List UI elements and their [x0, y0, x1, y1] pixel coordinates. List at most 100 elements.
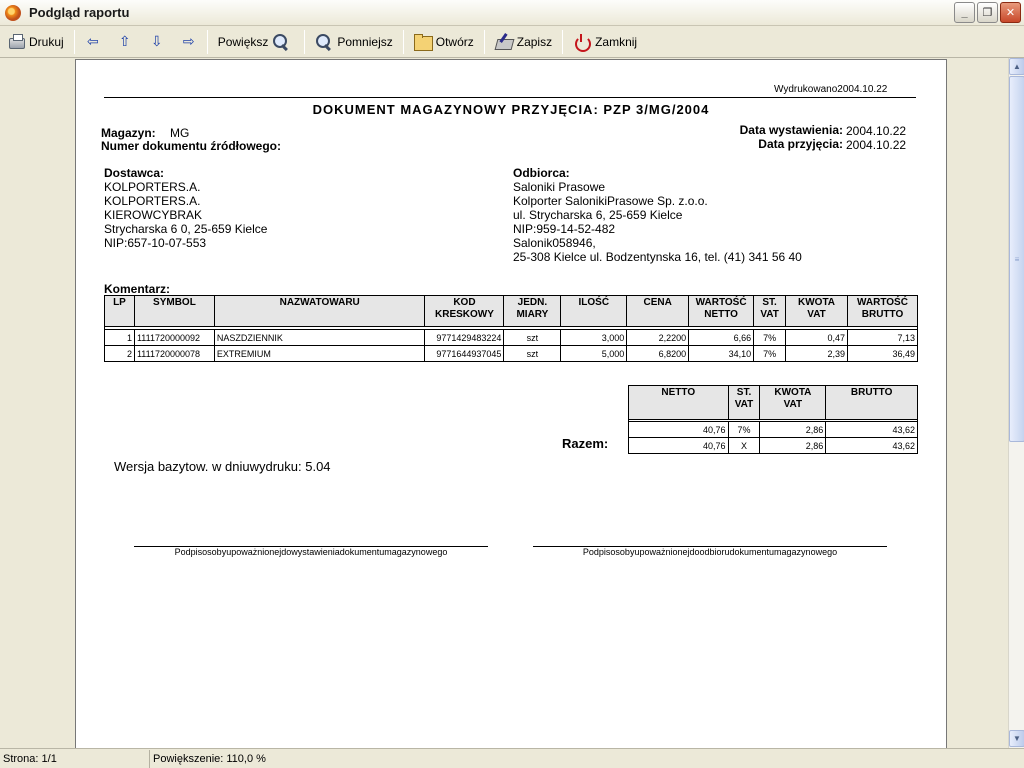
sum-vat-amount: 2,86 [759, 421, 827, 438]
close-window-button[interactable]: ✕ [1000, 2, 1021, 23]
comment-label: Komentarz: [104, 282, 171, 296]
cell-barcode: 9771429483224 [424, 329, 505, 346]
signature-caption-right: Podpisosobyupoważnionejdoodbiorudokument… [582, 547, 838, 557]
open-label: Otwórz [435, 34, 474, 49]
folder-icon [413, 33, 433, 51]
recipient-line: 25-308 Kielce ul. Bodzentynska 16, tel. … [513, 250, 802, 264]
cell-name: NASZDZIENNIK [213, 329, 426, 346]
zoom-in-button[interactable]: Powiększ [213, 29, 300, 55]
cell-symbol: 1111720000092 [133, 329, 215, 346]
printer-icon [9, 34, 25, 49]
header-rule [104, 97, 916, 98]
report-page: Wydrukowano2004.10.22 DOKUMENT MAGAZYNOW… [75, 59, 947, 748]
issue-date-label: Data wystawienia: [739, 123, 843, 137]
toolbar-separator [73, 29, 75, 54]
col-header: NETTO [628, 385, 729, 420]
cell-qty: 5,000 [560, 345, 628, 362]
open-button[interactable]: Otwórz [409, 29, 479, 55]
save-button[interactable]: Zapisz [490, 29, 557, 55]
recipient-line: ul. Strycharska 6, 25-659 Kielce [513, 208, 683, 222]
scroll-up-button[interactable]: ▲ [1009, 58, 1024, 75]
summary-total-row: 40,76 X 2,86 43,62 [628, 437, 918, 454]
scroll-thumb[interactable]: ≡ [1009, 76, 1024, 442]
supplier-line: KOLPORTERS.A. [104, 194, 201, 208]
col-header: NAZWATOWARU [213, 295, 426, 327]
status-bar: Strona: 1/1 Powiększenie: 110,0 % [0, 748, 1024, 768]
recipient-address: Saloniki Prasowe Kolporter SalonikiPraso… [513, 180, 802, 264]
supplier-line: NIP:657-10-07-553 [104, 236, 207, 250]
supplier-line: KOLPORTERS.A. [104, 180, 201, 194]
maximize-button[interactable]: ❐ [977, 2, 998, 23]
warehouse-label: Magazyn: [101, 126, 156, 140]
zoom-out-button[interactable]: Pomniejsz [310, 29, 397, 55]
total-label: Razem: [562, 436, 609, 451]
version-text: Wersja bazytow. w dniuwydruku: 5.04 [114, 459, 331, 474]
previous-page-button[interactable]: ⇧ [112, 29, 138, 55]
sum-gross: 43,62 [825, 421, 918, 438]
power-icon [573, 33, 592, 52]
window-title: Podgląd raportu [29, 5, 130, 20]
summary-row: 40,76 7% 2,86 43,62 [628, 421, 918, 438]
zoom-in-icon [272, 33, 290, 51]
close-label: Zamknij [595, 34, 638, 49]
cell-barcode: 9771644937045 [424, 345, 505, 362]
cell-price: 2,2200 [626, 329, 690, 346]
supplier-address: KOLPORTERS.A. KOLPORTERS.A. KIEROWCYBRAK… [104, 180, 267, 250]
first-page-button[interactable]: ⇦ [80, 29, 106, 55]
printed-date: Wydrukowano2004.10.22 [774, 84, 888, 95]
save-icon [495, 33, 513, 51]
col-header: BRUTTO [825, 385, 918, 420]
col-header: ILOŚĆ [560, 295, 628, 327]
col-header: WARTOŚĆ NETTO [688, 295, 755, 327]
col-header: CENA [626, 295, 690, 327]
total-vat-rate: X [727, 437, 761, 454]
last-page-button[interactable]: ⇨ [176, 29, 202, 55]
cell-price: 6,8200 [626, 345, 690, 362]
cell-vat-amount: 2,39 [785, 345, 848, 362]
col-header: ST. VAT [727, 385, 761, 420]
col-header: KWOTA VAT [785, 295, 848, 327]
toolbar-separator [483, 29, 485, 54]
recipient-line: Salonik058946, [513, 236, 596, 250]
status-zoom: Powiększenie: 110,0 % [153, 752, 266, 765]
summary-table: NETTO ST. VAT KWOTA VAT BRUTTO 40,76 7% 2,… [628, 385, 918, 454]
issue-date-value: 2004.10.22 [846, 124, 907, 138]
cell-vat-rate: 7% [753, 345, 787, 362]
toolbar-separator [206, 29, 208, 54]
table-row: 2 1111720000078 EXTREMIUM 9771644937045 … [104, 345, 919, 362]
minimize-button[interactable]: _ [954, 2, 975, 23]
cell-name: EXTREMIUM [213, 345, 426, 362]
cell-gross: 36,49 [846, 345, 919, 362]
vertical-scrollbar[interactable]: ▲ ≡ ▼ [1008, 58, 1024, 748]
title-bar: Podgląd raportu _ ❐ ✕ [0, 0, 1024, 26]
toolbar-separator [304, 29, 306, 54]
col-header: ST. VAT [753, 295, 787, 327]
preview-area: Wydrukowano2004.10.22 DOKUMENT MAGAZYNOW… [0, 58, 1008, 748]
cell-net: 34,10 [688, 345, 755, 362]
total-gross: 43,62 [825, 437, 918, 454]
receipt-date-label: Data przyjęcia: [758, 137, 843, 151]
recipient-line: Saloniki Prasowe [513, 180, 606, 194]
col-header: SYMBOL [133, 295, 215, 327]
cell-net: 6,66 [688, 329, 755, 346]
app-icon [5, 4, 21, 21]
warehouse-value: MG [170, 126, 190, 140]
signature-caption-left: Podpisosobyupoważnionejdowystawieniadoku… [174, 547, 448, 557]
cell-lp: 2 [104, 345, 135, 362]
scroll-down-button[interactable]: ▼ [1009, 730, 1024, 747]
col-header: LP [104, 295, 135, 327]
print-button[interactable]: Drukuj [4, 29, 69, 55]
col-header-line: KOD [453, 297, 476, 308]
table-row: 1 1111720000092 NASZDZIENNIK 97714294832… [104, 329, 919, 346]
next-page-button[interactable]: ⇩ [144, 29, 170, 55]
receipt-date-value: 2004.10.22 [846, 138, 907, 152]
supplier-line: KIEROWCYBRAK [104, 208, 203, 222]
items-table: LP SYMBOL NAZWATOWARU KOD KRESKOWY JEDN. M… [104, 295, 919, 362]
cell-vat-amount: 0,47 [785, 329, 848, 346]
supplier-line: Strycharska 6 0, 25-659 Kielce [104, 222, 268, 236]
close-button[interactable]: Zamknij [568, 29, 642, 55]
col-header-line: KRESKOWY [435, 309, 494, 320]
sum-net: 40,76 [628, 421, 729, 438]
cell-qty: 3,000 [560, 329, 628, 346]
zoom-in-label: Powiększ [217, 34, 269, 49]
